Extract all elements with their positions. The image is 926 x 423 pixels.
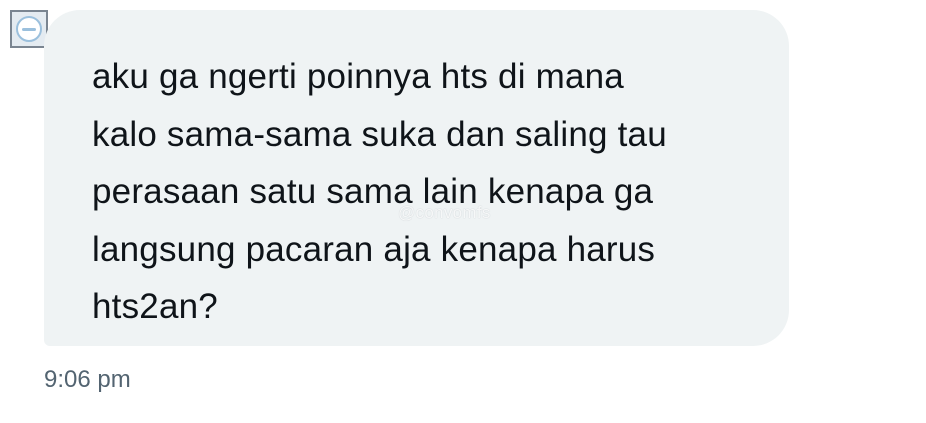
sender-avatar[interactable] <box>10 10 48 48</box>
message-bubble[interactable]: aku ga ngerti poinnya hts di mana kalo s… <box>44 10 789 346</box>
default-avatar-icon <box>16 16 42 42</box>
message-timestamp: 9:06 pm <box>44 366 131 393</box>
message-text: aku ga ngerti poinnya hts di mana kalo s… <box>92 57 667 326</box>
watermark: @convomfs <box>398 203 491 222</box>
dm-conversation: aku ga ngerti poinnya hts di mana kalo s… <box>0 0 926 423</box>
